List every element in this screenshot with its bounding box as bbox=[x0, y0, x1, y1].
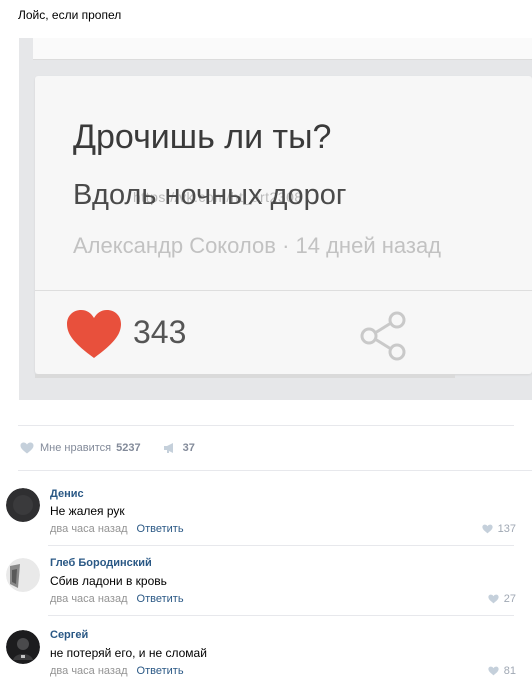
like-count: 5237 bbox=[116, 442, 141, 454]
image-card-likes: 343 bbox=[133, 314, 187, 350]
comment-meta: два часа назад Ответить bbox=[50, 593, 184, 605]
like-label: Мне нравится bbox=[40, 442, 112, 454]
image-card-top bbox=[33, 38, 532, 60]
like-icon bbox=[488, 666, 499, 676]
like-icon bbox=[482, 524, 493, 534]
like-icon bbox=[20, 442, 34, 454]
comment-like-button[interactable]: 81 bbox=[488, 665, 516, 677]
avatar[interactable] bbox=[6, 488, 40, 522]
image-card-shadow bbox=[35, 374, 455, 378]
comment-author[interactable]: Глеб Бородинский bbox=[50, 557, 152, 569]
comment-meta: два часа назад Ответить bbox=[50, 523, 184, 535]
divider bbox=[48, 545, 514, 546]
comment-text: Сбив ладони в кровь bbox=[50, 574, 167, 588]
divider bbox=[48, 615, 514, 616]
reply-button[interactable]: Ответить bbox=[137, 665, 184, 677]
comment-like-button[interactable]: 27 bbox=[488, 593, 516, 605]
like-button[interactable]: Мне нравится 5237 bbox=[20, 442, 163, 454]
image-card-meta: Александр Соколов · 14 дней назад bbox=[73, 233, 441, 259]
repost-button[interactable]: 37 bbox=[163, 442, 195, 454]
comment-time[interactable]: два часа назад bbox=[50, 665, 127, 677]
like-icon bbox=[488, 594, 499, 604]
comment-time[interactable]: два часа назад bbox=[50, 523, 127, 535]
comment-author[interactable]: Денис bbox=[50, 488, 84, 500]
comment-like-count: 137 bbox=[497, 523, 516, 535]
image-card-title: Дрочишь ли ты? bbox=[73, 118, 332, 156]
avatar[interactable] bbox=[6, 630, 40, 664]
divider bbox=[18, 470, 532, 471]
reply-button[interactable]: Ответить bbox=[137, 593, 184, 605]
comment-time[interactable]: два часа назад bbox=[50, 593, 127, 605]
image-card: Дрочишь ли ты? https://vk.com/ht_art2308… bbox=[35, 76, 532, 374]
megaphone-icon bbox=[163, 443, 173, 453]
post-actions: Мне нравится 5237 37 bbox=[20, 442, 195, 454]
comment-meta: два часа назад Ответить bbox=[50, 665, 184, 677]
avatar[interactable] bbox=[6, 558, 40, 592]
comment-author[interactable]: Сергей bbox=[50, 629, 88, 641]
image-card-subtitle: Вдоль ночных дорог bbox=[73, 179, 347, 211]
comment-like-count: 81 bbox=[503, 665, 516, 677]
heart-icon bbox=[67, 310, 121, 358]
share-icon bbox=[360, 311, 406, 361]
reply-button[interactable]: Ответить bbox=[137, 523, 184, 535]
comment-text: Не жалея рук bbox=[50, 504, 125, 518]
comment-like-button[interactable]: 137 bbox=[482, 523, 516, 535]
divider bbox=[18, 425, 514, 426]
image-card-time: · 14 дней назад bbox=[282, 233, 442, 258]
image-card-divider bbox=[35, 290, 532, 291]
post-image[interactable]: Дрочишь ли ты? https://vk.com/ht_art2308… bbox=[19, 38, 532, 400]
repost-count: 37 bbox=[182, 442, 195, 454]
comment-like-count: 27 bbox=[503, 593, 516, 605]
comment-text: не потеряй его, и не сломай bbox=[50, 646, 207, 660]
post-text: Лойс, если пропел bbox=[18, 8, 122, 22]
image-card-author: Александр Соколов bbox=[73, 233, 276, 258]
